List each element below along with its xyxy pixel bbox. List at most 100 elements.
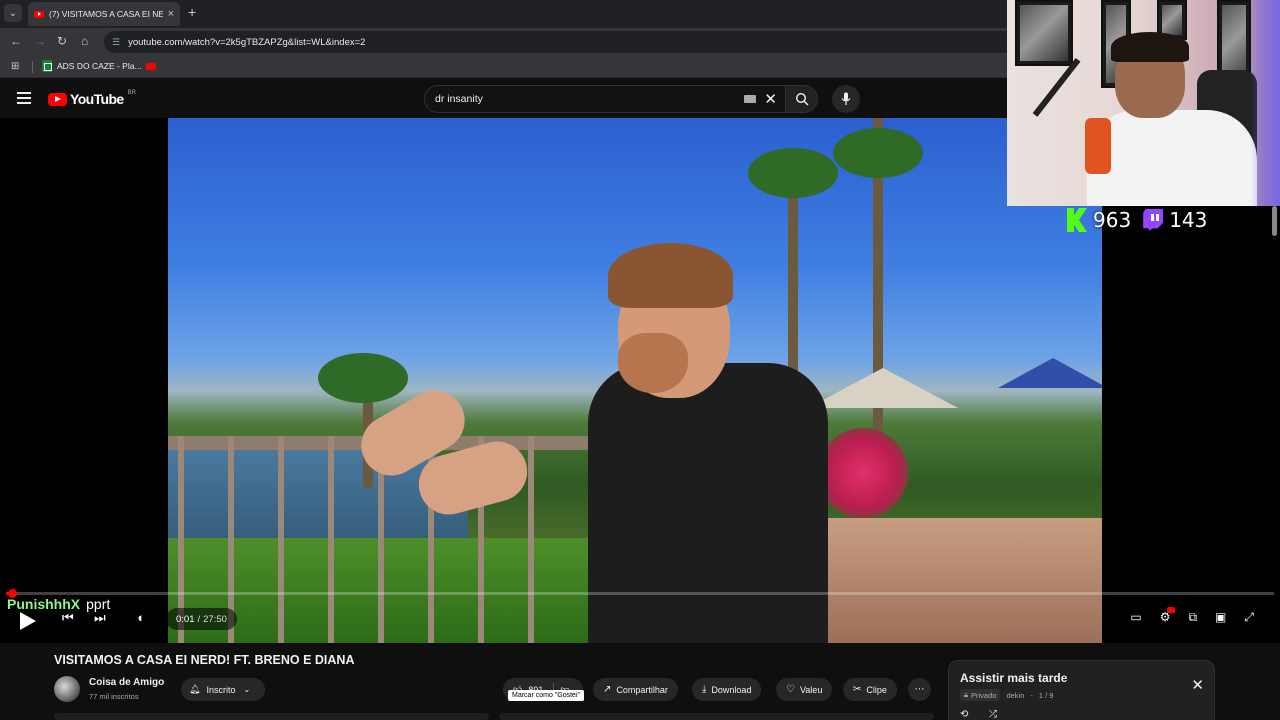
page-scrollbar-thumb[interactable] bbox=[1272, 206, 1277, 236]
bookmark-label: ADS DO CAZE - Pla... bbox=[57, 61, 142, 71]
player-right-controls: ▭ ⚙ ⧉ ▣ ⤢ bbox=[1130, 607, 1254, 625]
search-value: dr insanity bbox=[435, 93, 483, 105]
kick-viewer-count: 963 bbox=[1093, 208, 1132, 232]
menu-icon[interactable] bbox=[17, 92, 31, 104]
scene-railing-post bbox=[528, 436, 534, 643]
kick-logo-icon bbox=[1067, 208, 1087, 232]
clear-search-icon[interactable]: ✕ bbox=[764, 90, 777, 108]
close-icon[interactable]: ✕ bbox=[1191, 676, 1204, 694]
shuffle-icon[interactable]: ⤮ bbox=[989, 709, 997, 720]
tab-close-icon[interactable]: × bbox=[168, 8, 174, 20]
current-time: 0:01 bbox=[176, 613, 195, 625]
streamer-webcam bbox=[1007, 0, 1280, 206]
channel-subscriber-count: 77 mil inscritos bbox=[89, 692, 139, 701]
playlist-panel: Assistir mais tarde 🔒︎ Privado dekin - 1… bbox=[948, 660, 1215, 720]
video-frame[interactable] bbox=[168, 118, 1102, 643]
twitch-logo-icon bbox=[1143, 209, 1164, 231]
share-button[interactable]: ↗ Compartilhar bbox=[593, 678, 678, 701]
download-label: Download bbox=[711, 684, 752, 695]
chevron-down-icon: ⌄ bbox=[243, 685, 251, 694]
scene-umbrella bbox=[808, 368, 958, 408]
bookmark-youtube-icon[interactable] bbox=[146, 63, 156, 70]
search-button[interactable] bbox=[786, 85, 818, 113]
keyboard-icon[interactable] bbox=[744, 95, 757, 103]
scene-flowers bbox=[818, 428, 908, 518]
fullscreen-icon[interactable]: ⤢ bbox=[1244, 610, 1254, 625]
subtitles-icon[interactable]: ▭ bbox=[1130, 610, 1141, 625]
back-arrow-icon[interactable]: ← bbox=[10, 34, 22, 48]
playlist-meta: 🔒︎ Privado dekin - 1 / 9 bbox=[960, 689, 1053, 701]
webcam-mic-arm bbox=[1032, 57, 1081, 117]
settings-gear-icon[interactable]: ⚙ bbox=[1160, 607, 1176, 625]
home-icon[interactable]: ⌂ bbox=[81, 34, 88, 48]
playlist-owner[interactable]: dekin bbox=[1006, 691, 1024, 700]
clip-button[interactable]: ✂ Clipe bbox=[843, 678, 897, 701]
scene-railing-post bbox=[278, 436, 284, 643]
youtube-wordmark: YouTube bbox=[70, 91, 124, 107]
loop-icon[interactable]: ⟲ bbox=[960, 709, 968, 720]
duration: 27:50 bbox=[203, 613, 227, 625]
browser-tab-active[interactable]: (7) VISITAMOS A CASA EI NERD! FT. BRENO … bbox=[28, 2, 180, 26]
recommendation-strip bbox=[54, 713, 934, 720]
forward-arrow-icon[interactable]: → bbox=[34, 34, 46, 48]
bell-icon: 🔔︎ bbox=[189, 684, 201, 694]
youtube-logo[interactable]: YouTube BR bbox=[48, 90, 136, 107]
stream-viewer-counters: 963 143 bbox=[1067, 208, 1207, 232]
site-info-icon[interactable]: ☰ bbox=[112, 37, 120, 48]
play-icon[interactable] bbox=[20, 612, 36, 630]
scene-person-body bbox=[588, 363, 828, 643]
scene-railing-post bbox=[328, 436, 334, 643]
voice-search-button[interactable] bbox=[832, 85, 860, 113]
scene-palm-leaves bbox=[833, 128, 923, 178]
next-icon[interactable]: ⏭ bbox=[94, 610, 106, 626]
scene-umbrella bbox=[998, 358, 1102, 388]
youtube-favicon-icon bbox=[34, 10, 44, 18]
channel-avatar[interactable] bbox=[54, 676, 80, 702]
twitch-viewer-count: 143 bbox=[1169, 208, 1208, 232]
subscribed-button[interactable]: 🔔︎ Inscrito ⌄ bbox=[181, 678, 265, 701]
lock-icon: 🔒︎ bbox=[964, 690, 968, 699]
screen: ⌄ (7) VISITAMOS A CASA EI NERD! FT. BREN… bbox=[0, 0, 1280, 720]
playlist-title[interactable]: Assistir mais tarde bbox=[960, 671, 1067, 685]
more-actions-icon[interactable]: ⋯ bbox=[908, 678, 931, 701]
miniplayer-icon[interactable]: ⧉ bbox=[1188, 610, 1197, 625]
webcam-streamer-shirt bbox=[1087, 110, 1257, 206]
address-url: youtube.com/watch?v=2k5gTBZAPZg&list=WL&… bbox=[128, 36, 366, 48]
download-button[interactable]: ⤓ Download bbox=[692, 678, 762, 701]
search-input[interactable]: dr insanity ✕ bbox=[424, 85, 786, 113]
theater-mode-icon[interactable]: ▣ bbox=[1215, 610, 1226, 625]
download-icon: ⤓ bbox=[702, 684, 707, 695]
bookmark-ads-do-caze[interactable]: ADS DO CAZE - Pla... bbox=[42, 60, 142, 72]
webcam-poster bbox=[1015, 0, 1073, 66]
scene-palm-leaves bbox=[318, 353, 408, 403]
apps-grid-icon[interactable]: ⊞ bbox=[11, 61, 19, 72]
reload-icon[interactable]: ↻ bbox=[57, 34, 67, 48]
tab-search-button[interactable]: ⌄ bbox=[4, 4, 22, 22]
comment-box-placeholder bbox=[54, 713, 489, 720]
privacy-badge: 🔒︎ Privado bbox=[960, 689, 1001, 701]
description-box-placeholder bbox=[499, 713, 934, 720]
super-thanks-icon: ♡ bbox=[786, 684, 795, 695]
time-display: 0:01 / 27:50 bbox=[166, 608, 237, 630]
time-separator: / bbox=[197, 613, 201, 625]
thanks-button[interactable]: ♡ Valeu bbox=[776, 678, 833, 701]
share-arrow-icon: ↗ bbox=[603, 684, 612, 695]
country-code: BR bbox=[127, 90, 136, 96]
channel-name[interactable]: Coisa de Amigo bbox=[89, 677, 164, 688]
youtube-play-logo-icon bbox=[48, 92, 67, 106]
webcam-streamer-hair bbox=[1111, 32, 1189, 62]
playlist-position: 1 / 9 bbox=[1038, 690, 1054, 700]
clip-label: Clipe bbox=[866, 684, 887, 695]
previous-icon[interactable]: ⏮ bbox=[62, 610, 74, 626]
bookmark-separator bbox=[32, 61, 33, 73]
like-tooltip: Marcar como "Gostei" bbox=[508, 690, 584, 701]
webcam-light-glow bbox=[1250, 0, 1280, 206]
privacy-label: Privado bbox=[971, 690, 997, 700]
webcam-microphone bbox=[1085, 118, 1111, 174]
share-label: Compartilhar bbox=[616, 684, 668, 695]
scene-person-hair bbox=[608, 243, 733, 308]
volume-icon[interactable]: ◖ bbox=[136, 610, 144, 625]
progress-bar[interactable] bbox=[6, 589, 1274, 598]
search-icon bbox=[795, 92, 808, 106]
new-tab-plus-icon[interactable]: + bbox=[188, 4, 196, 20]
